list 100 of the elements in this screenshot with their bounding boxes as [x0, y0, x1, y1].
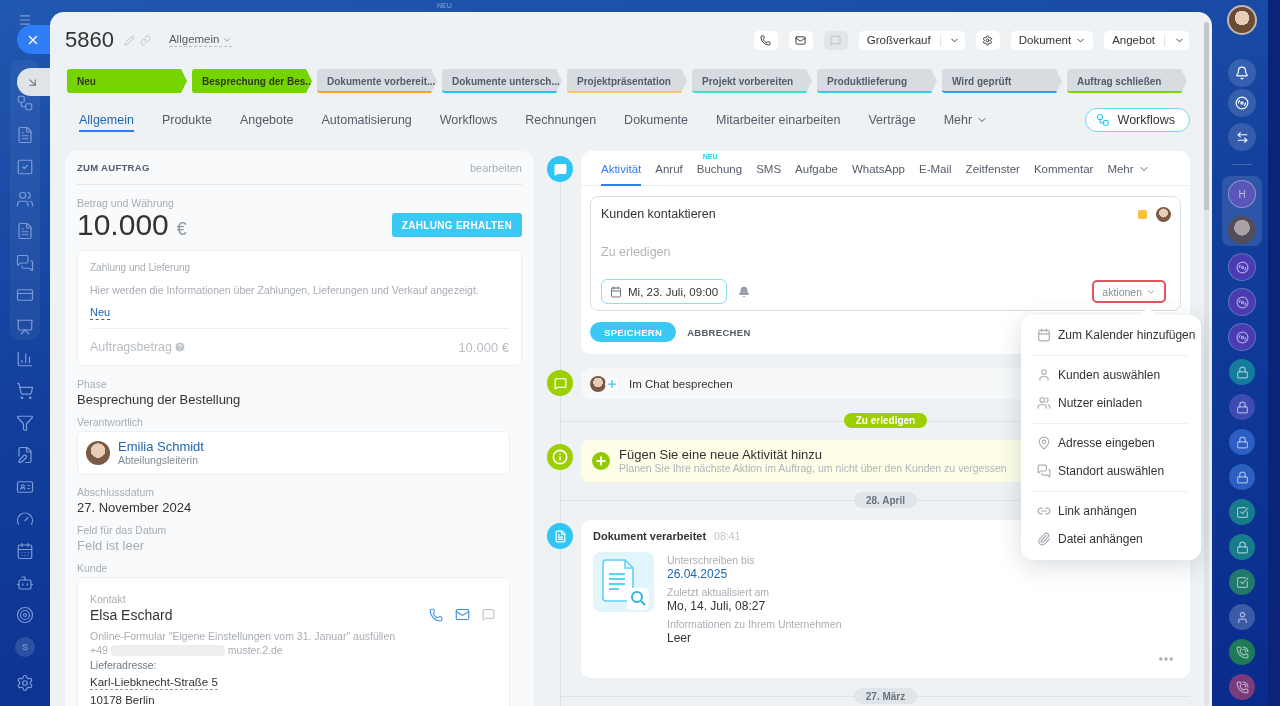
user-initial-avatar[interactable]: S [15, 637, 35, 657]
chats-icon[interactable] [16, 254, 34, 272]
phone-icon[interactable] [429, 607, 443, 622]
flow-icon[interactable] [16, 94, 34, 112]
cancel-button[interactable]: ABBRECHEN [687, 326, 751, 338]
field-label: Zuletzt aktualisiert am [667, 586, 771, 599]
checkbox-icon[interactable] [16, 158, 34, 176]
pipeline-stage[interactable]: Produktlieferung [817, 69, 937, 93]
tab[interactable]: Mitarbeiter einarbeiten [716, 108, 841, 132]
settings-button[interactable] [975, 30, 1000, 50]
pipeline-stage[interactable]: Projektpräsentation [567, 69, 687, 93]
menu-item[interactable]: Adresse eingeben [1021, 429, 1201, 457]
close-button[interactable] [17, 25, 50, 54]
menu-item[interactable]: Nutzer einladen [1021, 389, 1201, 417]
phone-icon[interactable] [1229, 639, 1255, 665]
bar-chart-icon[interactable] [16, 350, 34, 368]
minimize-button[interactable] [17, 68, 50, 96]
split-button[interactable]: Großverkauf [858, 30, 965, 50]
user-name-link[interactable]: Emilia Schmidt [118, 439, 204, 454]
activity-tab[interactable]: SMS [756, 151, 782, 186]
filter-icon[interactable] [16, 414, 34, 432]
pipeline-stage[interactable]: Dokumente vorbereit... [317, 69, 437, 93]
deadline-button[interactable]: Mi, 23. Juli, 09:00 [601, 279, 728, 304]
address-line[interactable]: 10178 Berlin [90, 693, 155, 706]
lock-icon[interactable] [1229, 464, 1255, 490]
pipeline-stage[interactable]: Projekt vorbereiten [692, 69, 812, 93]
activity-tab[interactable]: E-Mail [919, 151, 952, 186]
pipeline-stage[interactable]: Dokumente untersch... [442, 69, 562, 93]
pipeline-stage[interactable]: Auftrag schließen [1067, 69, 1187, 93]
phone-icon[interactable] [1229, 674, 1255, 700]
tab[interactable]: Automatisierung [321, 108, 412, 132]
color-tag-icon[interactable] [1138, 209, 1147, 219]
activity-tab[interactable]: Aufgabe [795, 151, 838, 186]
cart-icon[interactable] [16, 382, 34, 400]
document-icon[interactable] [16, 222, 34, 240]
person-icon[interactable] [1229, 604, 1255, 630]
document-icon[interactable] [16, 126, 34, 144]
tab[interactable]: Workflows [439, 108, 498, 132]
activity-tab[interactable]: WhatsApp [851, 151, 905, 186]
tab[interactable]: Allgemein [79, 108, 134, 132]
lock-icon[interactable] [1229, 359, 1255, 385]
mail-button[interactable] [788, 30, 813, 50]
menu-item[interactable]: Zum Kalender hinzufügen [1021, 321, 1201, 349]
gauge-icon[interactable] [16, 510, 34, 528]
date-link[interactable]: 26.04.2025 [667, 567, 842, 582]
pipeline-stage[interactable]: Wird geprüft [942, 69, 1062, 93]
dropdown-button[interactable]: Dokument [1010, 30, 1094, 50]
tab[interactable]: Rechnungen [525, 108, 597, 132]
split-button[interactable]: Angebot [1104, 30, 1189, 50]
chat-action-text[interactable]: Im Chat besprechen [629, 377, 733, 390]
lock-icon[interactable] [1229, 429, 1255, 455]
address-line[interactable]: Karl-Liebknecht-Straße 5 [90, 675, 218, 690]
activity-tab[interactable]: Anruf [655, 151, 683, 186]
ring-icon[interactable] [1229, 324, 1255, 350]
menu-item[interactable]: Datei anhängen [1021, 525, 1201, 553]
document-edit-icon[interactable] [16, 446, 34, 464]
card-icon[interactable] [16, 286, 34, 304]
pipeline-stage[interactable]: Besprechung der Bes... [192, 69, 312, 93]
menu-item[interactable]: Standort auswählen [1021, 457, 1201, 485]
lock-icon[interactable] [1229, 394, 1255, 420]
category-dropdown[interactable]: Allgemein [168, 33, 233, 47]
workflows-button[interactable]: Workflows [1084, 108, 1190, 132]
presentation-icon[interactable] [16, 318, 34, 336]
checkbox-icon[interactable] [1229, 499, 1255, 525]
id-card-icon[interactable] [16, 478, 34, 496]
tab[interactable]: Produkte [161, 108, 212, 132]
plus-circle-icon[interactable] [592, 452, 610, 470]
avatar[interactable] [1228, 216, 1256, 244]
tab[interactable]: Mehr [943, 108, 989, 132]
lock-icon[interactable] [1229, 534, 1255, 560]
menu-icon[interactable] [18, 13, 32, 27]
checkbox-icon[interactable] [1229, 569, 1255, 595]
avatar[interactable] [1227, 5, 1257, 35]
chat-swap-icon[interactable] [1228, 123, 1256, 151]
description-field[interactable]: Zu erledigen [601, 242, 1171, 262]
activity-tab[interactable]: Kommentar [1033, 151, 1094, 186]
ring-icon[interactable] [1228, 89, 1256, 117]
tab[interactable]: Angebote [239, 108, 294, 132]
activity-tab[interactable]: Zeitfenster [965, 151, 1020, 186]
new-link[interactable]: Neu [90, 305, 111, 320]
tab[interactable]: Dokumente [624, 108, 689, 132]
scrollbar[interactable] [1204, 22, 1209, 706]
menu-item[interactable]: Link anhängen [1021, 497, 1201, 525]
users-icon[interactable] [16, 190, 34, 208]
ring-icon[interactable] [1229, 254, 1255, 280]
activity-tab[interactable]: Mehr [1107, 151, 1150, 186]
pipeline-stage[interactable]: Neu [67, 69, 187, 93]
calendar-icon[interactable] [16, 542, 34, 560]
robot-icon[interactable] [16, 574, 34, 592]
menu-item[interactable]: Kunden auswählen [1021, 361, 1201, 389]
tab[interactable]: Verträge [868, 108, 916, 132]
ring-icon[interactable] [1229, 289, 1255, 315]
mail-icon[interactable] [455, 607, 470, 622]
settings-icon[interactable] [16, 674, 34, 692]
actions-dropdown[interactable]: aktionen [1092, 280, 1166, 303]
bell-icon[interactable] [1228, 59, 1256, 87]
group-initial-avatar[interactable]: H [1228, 180, 1256, 208]
phone-button[interactable] [753, 30, 778, 50]
target-icon[interactable] [16, 606, 34, 624]
activity-tab[interactable]: Aktivität [601, 151, 642, 186]
